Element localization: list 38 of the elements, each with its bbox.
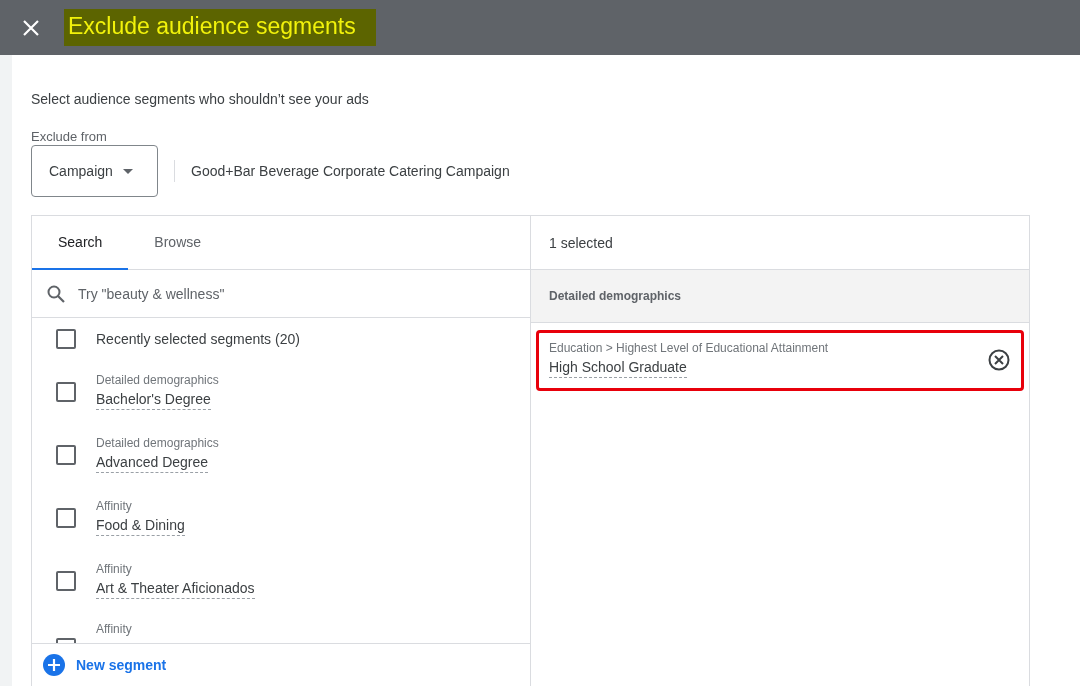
description-text: Select audience segments who shouldn’t see your ads xyxy=(31,91,370,107)
segment-option[interactable]: Detailed demographics Bachelor's Degree xyxy=(32,360,530,423)
checkbox[interactable] xyxy=(56,381,76,402)
checkbox[interactable] xyxy=(56,507,76,528)
plus-circle-icon xyxy=(43,654,65,676)
option-label: Advanced Degree xyxy=(96,454,209,473)
segment-option[interactable]: Detailed demographics Advanced Degree xyxy=(32,423,530,486)
option-category: Affinity xyxy=(96,562,132,576)
caret-icon xyxy=(122,168,133,174)
segment-option[interactable]: Affinity Food & Dining xyxy=(32,486,530,549)
segment-option[interactable]: Recently selected segments (20) xyxy=(32,318,530,360)
remove-button[interactable] xyxy=(987,347,1011,372)
tab[interactable]: Browse xyxy=(128,216,228,270)
option-label: Art & Theater Aficionados xyxy=(96,580,255,599)
checkbox[interactable] xyxy=(56,329,76,349)
new-segment-button[interactable]: New segment xyxy=(43,654,167,676)
option-category: Affinity xyxy=(96,622,132,636)
option-category: Affinity xyxy=(96,499,132,513)
close-circle-icon xyxy=(987,347,1011,372)
option-category: Detailed demographics xyxy=(96,436,219,450)
campaign-name: Good+Bar Beverage Corporate Catering Campaign xyxy=(191,163,510,179)
option-label: Recently selected segments (20) xyxy=(96,331,300,347)
checkbox[interactable] xyxy=(56,570,76,591)
tab[interactable]: Search xyxy=(32,216,129,270)
segment-option[interactable]: Affinity Art & Theater Aficionados xyxy=(32,549,530,612)
field-label: Exclude from xyxy=(31,129,107,144)
group-heading: Detailed demographics xyxy=(531,270,1029,323)
segment-label: High School Graduate xyxy=(549,359,687,378)
segment-option[interactable]: Affinity xyxy=(32,612,530,643)
option-label: Food & Dining xyxy=(96,517,185,536)
option-category: Detailed demographics xyxy=(96,373,219,387)
option-label: Bachelor's Degree xyxy=(96,391,211,410)
checkbox[interactable] xyxy=(56,444,76,465)
level-dropdown[interactable]: Campaign xyxy=(31,145,158,197)
dialog-title: Exclude audience segments xyxy=(64,9,376,46)
segment-path: Education > Highest Level of Educational Attainment xyxy=(549,341,829,355)
search-icon xyxy=(46,283,66,304)
close-icon xyxy=(22,18,40,37)
